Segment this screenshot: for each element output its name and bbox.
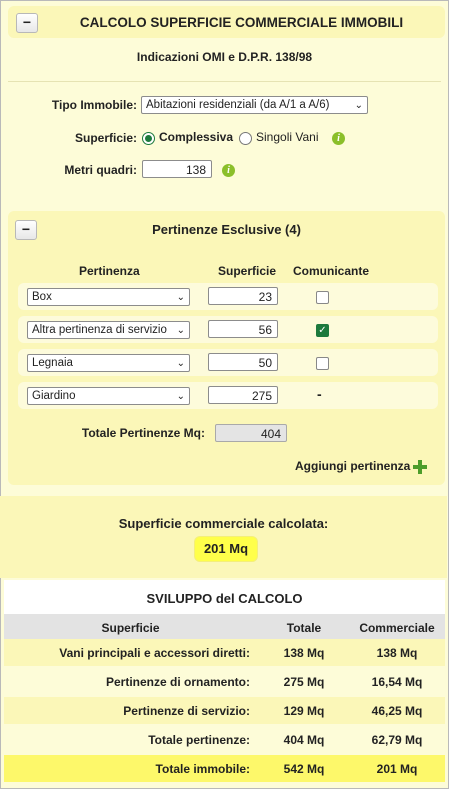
comunicante-checkbox[interactable]: ✓ [316,324,329,337]
metri-quadri-label: Metri quadri: [64,163,137,177]
chevron-down-icon: ⌄ [176,391,185,402]
col-header-superficie: Superficie [218,264,277,278]
table-header-row: Superficie Totale Commerciale [4,614,445,641]
radio-singoli-vani-label[interactable]: Singoli Vani [256,130,318,144]
collapse-main-button[interactable]: − [16,13,38,33]
tipo-immobile-select[interactable]: Abitazioni residenziali (da A/1 a A/6) ⌄ [141,96,368,114]
radio-complessiva[interactable] [142,132,155,145]
pertinenza-area-input[interactable]: 56 [208,320,278,338]
row-label: Totale pertinenze: [148,733,250,747]
pertinenza-type-select[interactable]: Giardino ⌄ [27,387,190,405]
row-totale: 129 Mq [283,704,325,718]
pertinenza-type-value: Legnaia [32,357,73,369]
plus-icon[interactable] [413,460,427,474]
page-subtitle: Indicazioni OMI e D.P.R. 138/98 [136,50,313,64]
pertinenze-title: Pertinenze Esclusive (4) [152,222,301,237]
totale-pertinenze-value: 404 [215,424,287,442]
comunicante-checkbox[interactable] [316,291,329,304]
chevron-down-icon: ⌄ [354,100,363,111]
pertinenza-area-input[interactable]: 23 [208,287,278,305]
pertinenza-row: Legnaia ⌄ 50 [18,349,438,376]
table-total-row: Totale immobile: 542 Mq 201 Mq [4,755,445,782]
col-header-pertinenza: Pertinenza [79,264,140,278]
row-label: Totale immobile: [155,762,250,776]
comunicante-na: - [317,386,322,402]
row-totale: 275 Mq [283,675,325,689]
row-label: Vani principali e accessori diretti: [59,646,250,660]
row-commerciale: 16,54 Mq [371,675,423,689]
row-commerciale: 201 Mq [376,762,418,776]
table-row: Pertinenze di ornamento: 275 Mq 16,54 Mq [4,668,445,695]
pertinenza-row: Giardino ⌄ 275 - [18,382,438,409]
tipo-immobile-value: Abitazioni residenziali (da A/1 a A/6) [146,99,330,111]
row-totale: 404 Mq [283,733,325,747]
totale-pertinenze-label: Totale Pertinenze Mq: [81,426,205,440]
result-value: 201 Mq [195,537,257,561]
comunicante-checkbox[interactable] [316,357,329,370]
radio-singoli-vani[interactable] [239,132,252,145]
chevron-down-icon: ⌄ [176,358,185,369]
row-commerciale: 138 Mq [376,646,418,660]
sviluppo-title: SVILUPPO del CALCOLO [146,591,303,606]
table-row: Pertinenze di servizio: 129 Mq 46,25 Mq [4,697,445,724]
chevron-down-icon: ⌄ [176,325,185,336]
pertinenza-type-value: Box [32,291,52,303]
row-totale: 138 Mq [283,646,325,660]
pertinenza-type-value: Altra pertinenza di servizio [32,324,167,336]
col-header-comunicante: Comunicante [293,264,370,278]
pertinenza-row: Altra pertinenza di servizio ⌄ 56 ✓ [18,316,438,343]
table-header-commerciale: Commerciale [359,621,435,635]
pertinenza-area-input[interactable]: 275 [208,386,278,404]
table-header-totale: Totale [286,621,322,635]
page-title: CALCOLO SUPERFICIE COMMERCIALE IMMOBILI [79,15,404,30]
sviluppo-header: SVILUPPO del CALCOLO [4,580,445,615]
pertinenza-type-select[interactable]: Legnaia ⌄ [27,354,190,372]
metri-quadri-input[interactable]: 138 [142,160,212,178]
pertinenza-type-value: Giardino [32,390,76,402]
table-header-superficie: Superficie [101,621,160,635]
superficie-label: Superficie: [74,131,137,145]
pertinenza-row: Box ⌄ 23 [18,283,438,310]
pertinenze-panel: − Pertinenze Esclusive (4) Pertinenza Su… [8,211,445,485]
row-label: Pertinenze di servizio: [123,704,250,718]
row-commerciale: 46,25 Mq [371,704,423,718]
table-row: Totale pertinenze: 404 Mq 62,79 Mq [4,726,445,753]
add-pertinenza-link[interactable]: Aggiungi pertinenza [295,459,410,473]
chevron-down-icon: ⌄ [176,292,185,303]
pertinenza-area-input[interactable]: 50 [208,353,278,371]
info-icon[interactable]: i [222,164,235,177]
tipo-immobile-label: Tipo Immobile: [51,98,137,112]
row-totale: 542 Mq [283,762,325,776]
main-header: − CALCOLO SUPERFICIE COMMERCIALE IMMOBIL… [8,6,445,38]
divider [8,81,441,82]
row-commerciale: 62,79 Mq [371,733,423,747]
table-row: Vani principali e accessori diretti: 138… [4,639,445,666]
info-icon[interactable]: i [332,132,345,145]
pertinenza-type-select[interactable]: Altra pertinenza di servizio ⌄ [27,321,190,339]
row-label: Pertinenze di ornamento: [105,675,250,689]
result-title: Superficie commerciale calcolata: [118,516,329,531]
radio-complessiva-label[interactable]: Complessiva [159,130,233,144]
pertinenza-type-select[interactable]: Box ⌄ [27,288,190,306]
